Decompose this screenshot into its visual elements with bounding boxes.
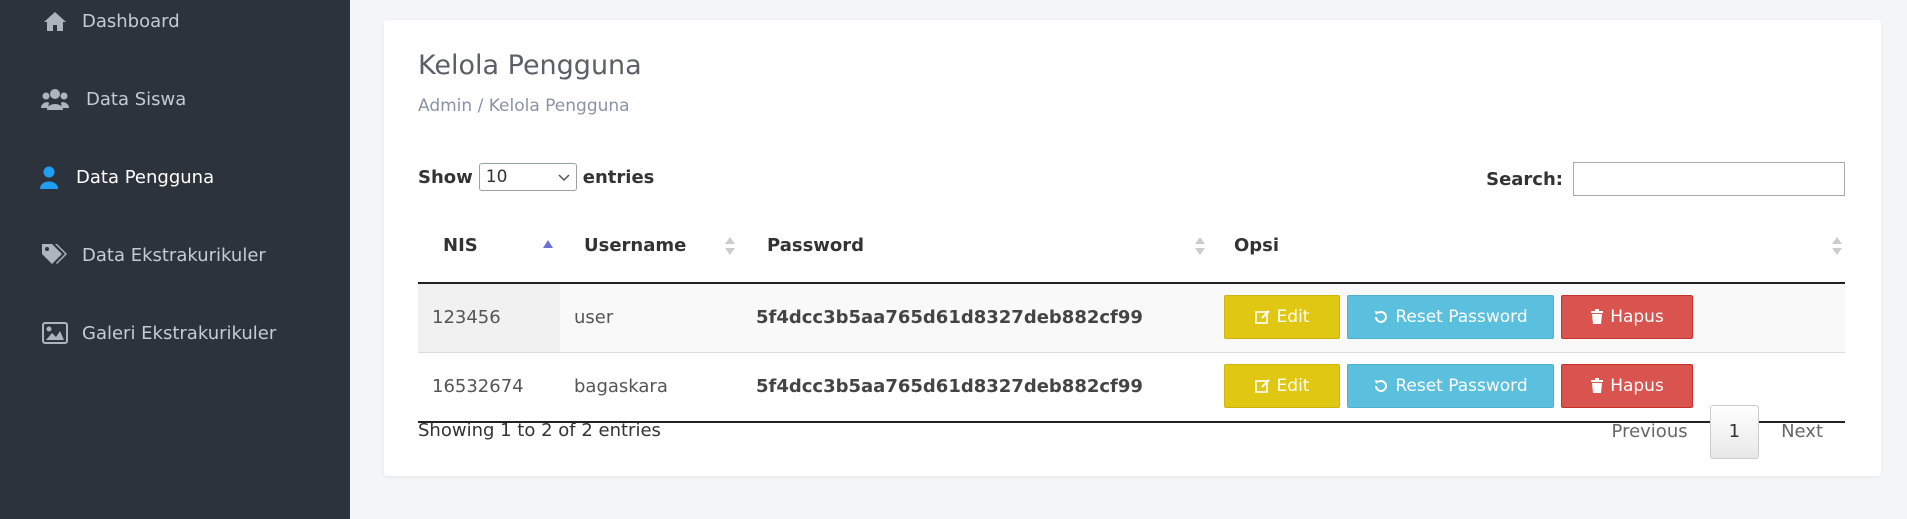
- undo-icon: [1375, 380, 1388, 392]
- entries-length-control: Show 10 entries: [418, 163, 654, 191]
- table-info: Showing 1 to 2 of 2 entries: [418, 420, 661, 441]
- breadcrumb: Admin / Kelola Pengguna: [418, 96, 630, 116]
- sidebar-item-data-ekstrakurikuler[interactable]: Data Ekstrakurikuler: [40, 242, 266, 268]
- delete-button[interactable]: Hapus: [1561, 364, 1693, 408]
- user-icon: [40, 164, 70, 190]
- show-label: Show: [418, 166, 473, 188]
- page-title: Kelola Pengguna: [418, 50, 642, 81]
- next-button[interactable]: Next: [1759, 406, 1845, 458]
- edit-icon: [1254, 379, 1270, 393]
- previous-button[interactable]: Previous: [1590, 406, 1710, 458]
- entries-select[interactable]: 10: [478, 163, 577, 191]
- cell-nis: 123456: [432, 307, 501, 328]
- page-button-current[interactable]: 1: [1709, 405, 1760, 459]
- search-label: Search:: [1486, 168, 1563, 190]
- cell-password: 5f4dcc3b5aa765d61d8327deb882cf99: [756, 307, 1143, 328]
- entries-select-value: 10: [485, 167, 508, 187]
- delete-label: Hapus: [1610, 307, 1664, 327]
- sort-asc-icon: [542, 234, 554, 253]
- column-header-opsi[interactable]: Opsi: [1234, 210, 1279, 282]
- sidebar-item-label: Data Pengguna: [76, 166, 215, 188]
- cell-username: user: [574, 307, 614, 328]
- sort-both-icon: [1194, 236, 1206, 260]
- undo-icon: [1375, 311, 1388, 323]
- sort-both-icon: [724, 236, 736, 260]
- column-header-password[interactable]: Password: [767, 210, 864, 282]
- edit-label: Edit: [1276, 307, 1310, 327]
- content-card: Kelola Pengguna Admin / Kelola Pengguna …: [384, 20, 1881, 476]
- trash-icon: [1591, 378, 1604, 393]
- users-table: NIS Username Password Opsi 123456 user 5…: [418, 210, 1845, 423]
- sidebar-item-label: Data Ekstrakurikuler: [82, 244, 266, 266]
- users-icon: [40, 86, 70, 112]
- delete-label: Hapus: [1610, 376, 1664, 396]
- sidebar-item-data-siswa[interactable]: Data Siswa: [40, 86, 186, 112]
- sort-both-icon: [1831, 236, 1843, 260]
- tags-icon: [40, 242, 70, 268]
- sidebar-item-galeri-ekstrakurikuler[interactable]: Galeri Ekstrakurikuler: [40, 320, 276, 346]
- column-header-username[interactable]: Username: [584, 210, 686, 282]
- table-row: 123456 user 5f4dcc3b5aa765d61d8327deb882…: [418, 284, 1845, 353]
- edit-icon: [1254, 310, 1270, 324]
- reset-password-button[interactable]: Reset Password: [1347, 364, 1554, 408]
- edit-button[interactable]: Edit: [1224, 295, 1340, 339]
- reset-password-button[interactable]: Reset Password: [1347, 295, 1554, 339]
- cell-username: bagaskara: [574, 376, 668, 397]
- sidebar-item-data-pengguna[interactable]: Data Pengguna: [40, 164, 214, 190]
- column-header-nis[interactable]: NIS: [443, 210, 478, 282]
- trash-icon: [1591, 309, 1604, 324]
- entries-label: entries: [582, 166, 655, 188]
- reset-password-label: Reset Password: [1395, 376, 1528, 396]
- image-icon: [40, 320, 70, 346]
- sidebar-item-dashboard[interactable]: Dashboard: [40, 8, 180, 34]
- edit-label: Edit: [1276, 376, 1310, 396]
- table-header: NIS Username Password Opsi: [418, 210, 1845, 284]
- sidebar: Dashboard Data Siswa Data Pengguna Data …: [0, 0, 350, 519]
- sidebar-item-label: Dashboard: [82, 10, 180, 32]
- sidebar-item-label: Galeri Ekstrakurikuler: [82, 322, 277, 344]
- sidebar-item-label: Data Siswa: [86, 88, 187, 110]
- delete-button[interactable]: Hapus: [1561, 295, 1693, 339]
- pagination: Previous 1 Next: [1590, 405, 1845, 459]
- reset-password-label: Reset Password: [1395, 307, 1528, 327]
- home-icon: [40, 8, 70, 34]
- cell-nis: 16532674: [432, 376, 524, 397]
- search-control: Search:: [1486, 162, 1845, 196]
- search-input[interactable]: [1573, 162, 1845, 196]
- chevron-down-icon: [558, 167, 570, 187]
- cell-password: 5f4dcc3b5aa765d61d8327deb882cf99: [756, 376, 1143, 397]
- edit-button[interactable]: Edit: [1224, 364, 1340, 408]
